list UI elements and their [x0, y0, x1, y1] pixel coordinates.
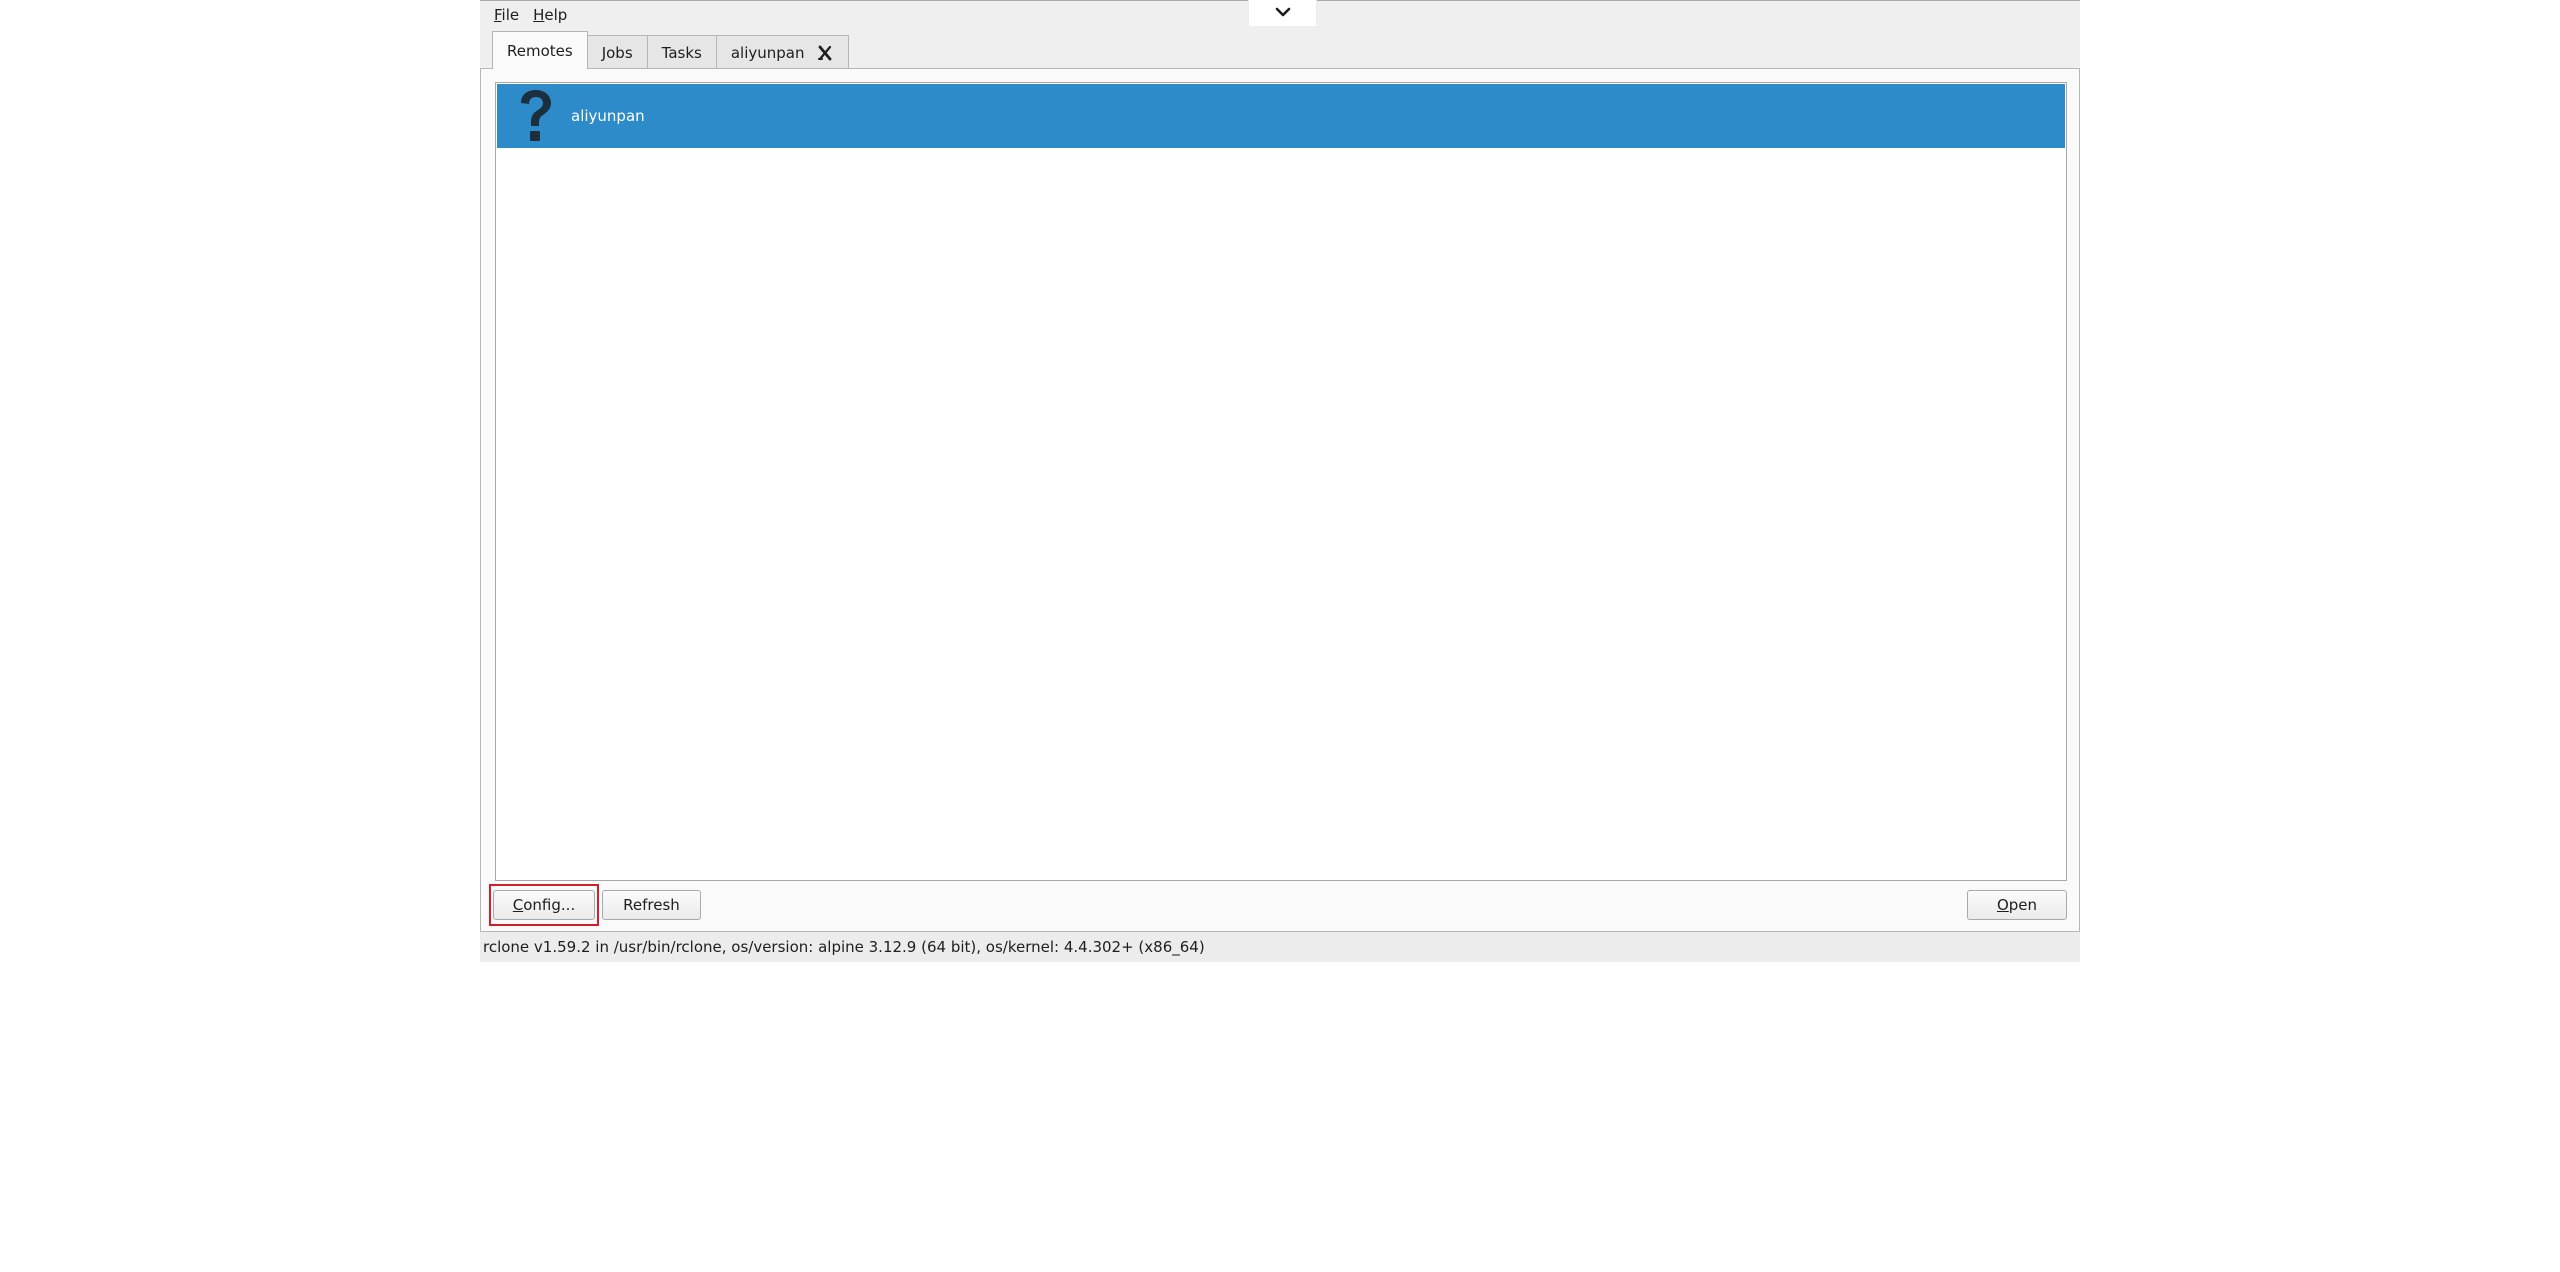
list-item[interactable]: aliyunpan: [497, 84, 2065, 148]
tab-jobs[interactable]: Jobs: [586, 35, 648, 69]
chevron-down-icon: [1274, 4, 1292, 22]
tab-remotes[interactable]: Remotes: [492, 31, 588, 69]
collapse-handle[interactable]: [1248, 0, 1317, 26]
config-button[interactable]: Config...: [493, 890, 595, 920]
tab-label: aliyunpan: [730, 43, 805, 62]
close-icon[interactable]: [816, 44, 834, 62]
remotes-pane: aliyunpan Config... Refresh Open: [480, 68, 2080, 932]
tab-aliyunpan[interactable]: aliyunpan: [715, 35, 850, 69]
tab-label: Tasks: [661, 43, 702, 62]
status-bar: rclone v1.59.2 in /usr/bin/rclone, os/ve…: [480, 932, 2080, 962]
tab-bar: Remotes Jobs Tasks aliyunpan: [492, 31, 850, 69]
tab-tasks[interactable]: Tasks: [646, 35, 717, 69]
menu-help[interactable]: Help: [531, 1, 569, 29]
question-mark-icon: [511, 86, 561, 146]
remote-name: aliyunpan: [571, 107, 645, 125]
tab-label: Jobs: [601, 43, 633, 62]
open-button[interactable]: Open: [1967, 890, 2067, 920]
status-text: rclone v1.59.2 in /usr/bin/rclone, os/ve…: [483, 938, 1205, 956]
tab-label: Remotes: [507, 41, 573, 60]
rclone-browser-window: File Help Remotes Jobs Tasks aliyunpan a…: [480, 0, 2080, 962]
menu-file[interactable]: File: [492, 1, 521, 29]
remote-list[interactable]: aliyunpan: [495, 82, 2067, 881]
refresh-button[interactable]: Refresh: [602, 890, 701, 920]
